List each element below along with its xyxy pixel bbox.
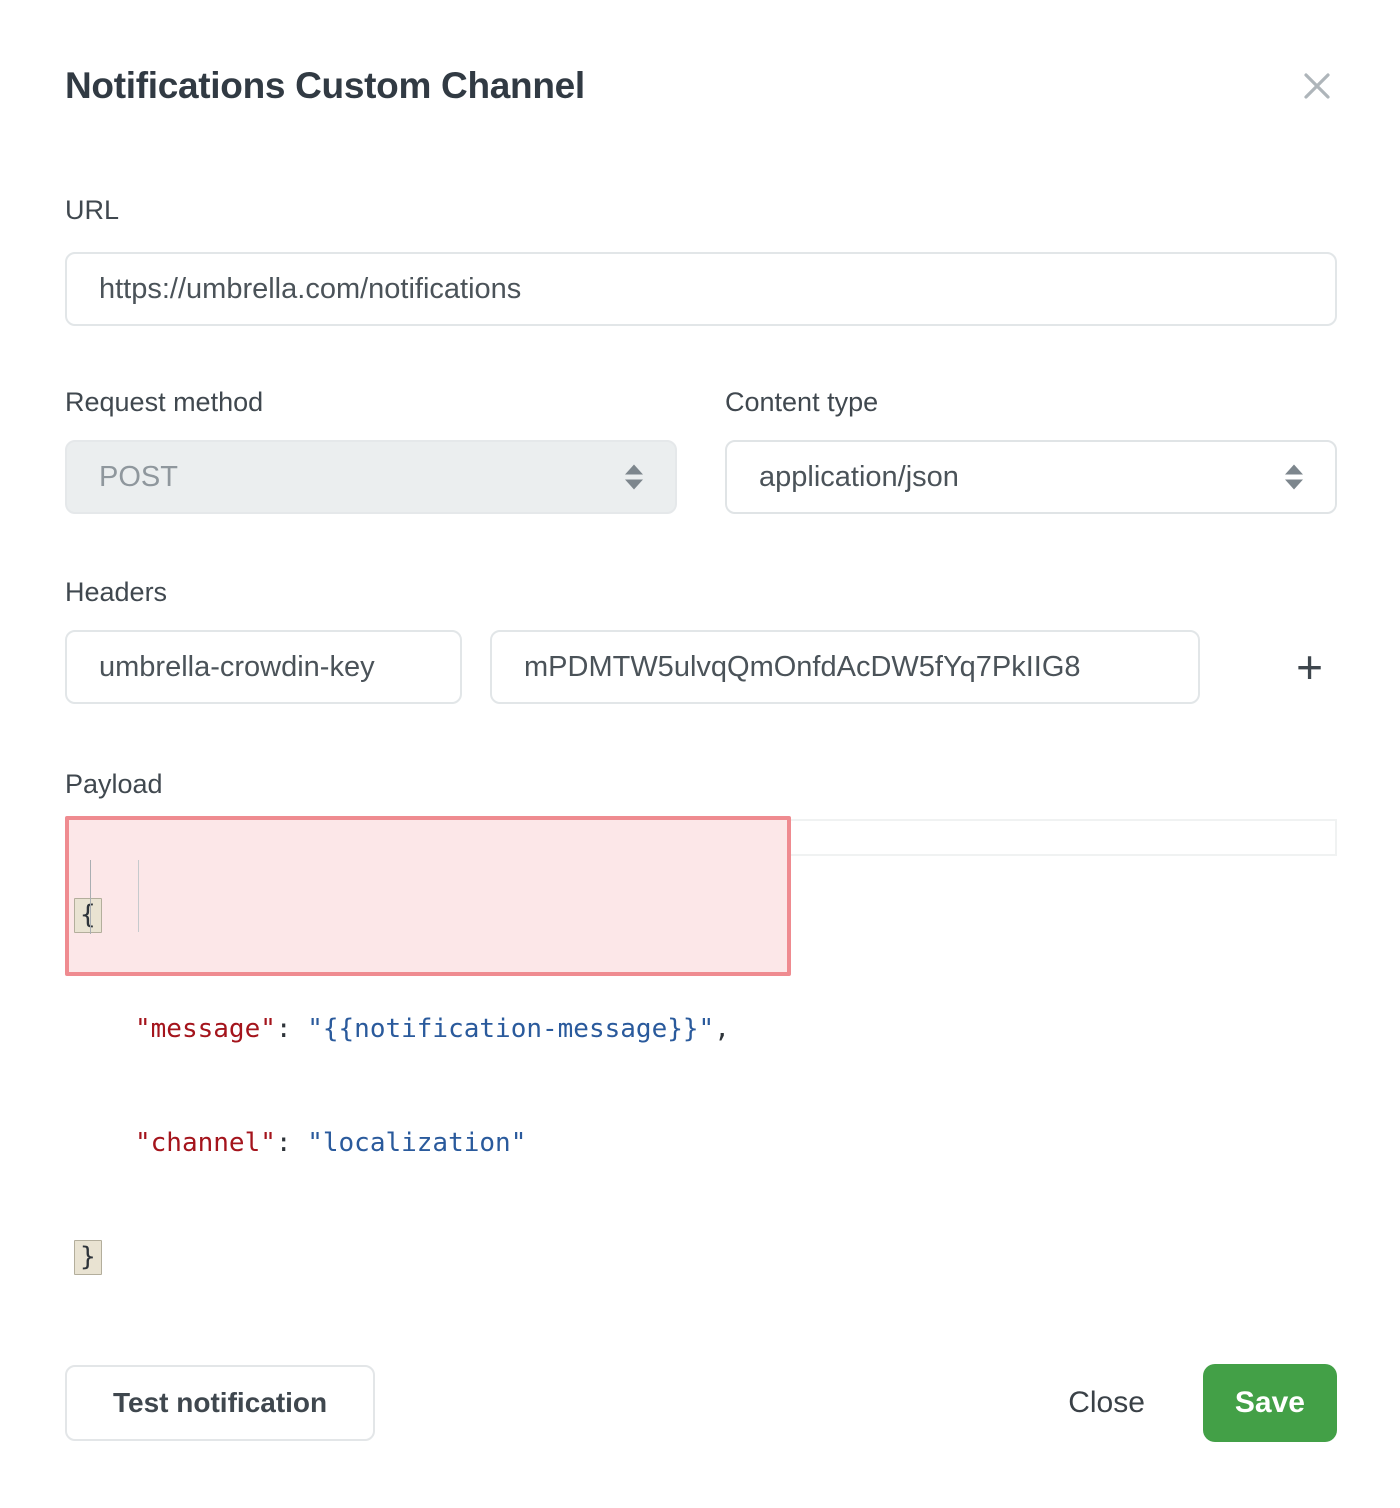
content-type-value: application/json [759,461,959,494]
save-button[interactable]: Save [1203,1364,1337,1442]
headers-row: + [65,630,1337,704]
select-arrows-icon [625,465,643,490]
payload-label: Payload [65,768,1337,800]
content-type-label: Content type [725,386,1337,418]
code-line: "channel": "localization" [73,1124,787,1162]
code-line: { [73,896,787,934]
request-method-select: POST [65,440,677,514]
headers-label: Headers [65,576,1337,608]
add-header-icon[interactable]: + [1296,647,1323,687]
payload-code-editor[interactable]: { "message": "{{notification-message}}",… [65,816,1337,976]
notifications-custom-channel-modal: Notifications Custom Channel URL Request… [0,0,1400,1508]
url-input[interactable] [65,252,1337,326]
test-notification-button[interactable]: Test notification [65,1365,375,1441]
content-type-select[interactable]: application/json [725,440,1337,514]
indent-guide [90,860,91,934]
close-button[interactable]: Close [1068,1386,1145,1420]
modal-title: Notifications Custom Channel [65,62,585,110]
method-content-row: Request method POST Content type applica… [65,386,1337,514]
payload-error-selection: { "message": "{{notification-message}}",… [65,816,791,976]
request-method-label: Request method [65,386,677,418]
code-line: } [73,1238,787,1276]
header-value-input[interactable] [490,630,1200,704]
modal-header: Notifications Custom Channel [65,62,1337,110]
close-icon[interactable] [1299,68,1335,104]
code-line: "message": "{{notification-message}}", [73,1010,787,1048]
select-arrows-icon [1285,465,1303,490]
request-method-value: POST [99,461,178,494]
matched-bracket: } [74,1240,102,1275]
indent-guide [138,860,139,932]
modal-footer: Test notification Close Save [65,1364,1337,1442]
url-label: URL [65,194,1337,226]
matched-bracket: { [74,898,102,933]
header-key-input[interactable] [65,630,462,704]
